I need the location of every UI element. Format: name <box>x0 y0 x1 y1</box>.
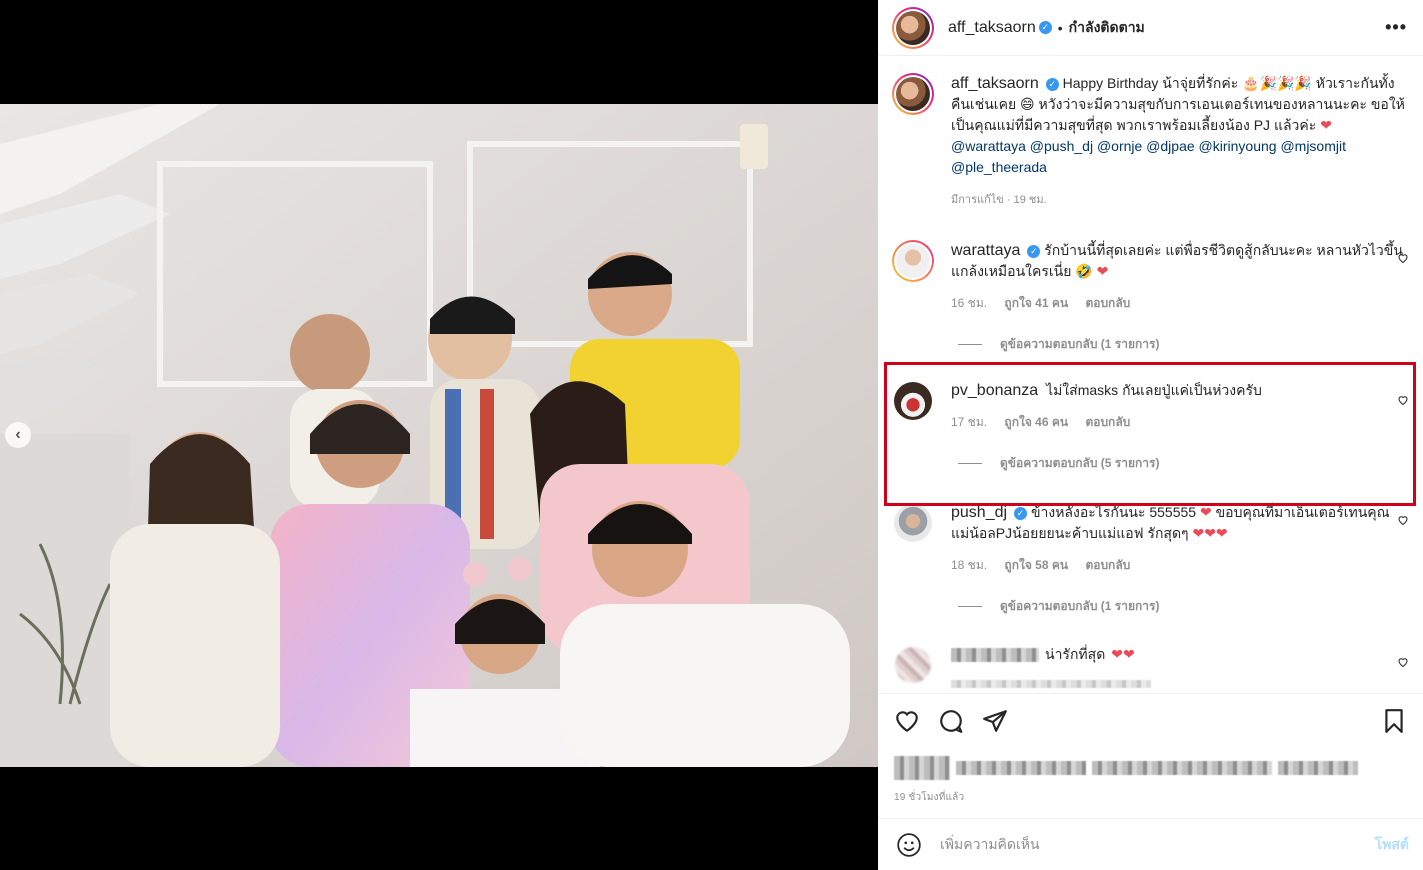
reply-button[interactable]: ตอบกลับ <box>1085 558 1130 572</box>
comment-item: push_dj ✓ ข้างหลังอะไรกันนะ 555555 ❤ ขอบค… <box>892 502 1409 616</box>
red-heart-emoji: ❤ <box>1320 117 1332 133</box>
verified-badge-icon: ✓ <box>1027 245 1041 258</box>
view-replies-button[interactable]: ดูข้อความตอบกลับ (1 รายการ) <box>958 335 1409 354</box>
view-replies-button[interactable]: ดูข้อความตอบกลับ (1 รายการ) <box>958 597 1409 616</box>
post-actions: 19 ชั่วโมงที่แล้ว <box>878 693 1423 818</box>
caption-meta: มีการแก้ไข · 19 ชม. <box>951 194 1047 206</box>
caption-username[interactable]: aff_taksaorn <box>951 75 1039 92</box>
comment-text: ข้างหลังอะไรกันนะ 555555 <box>1030 504 1200 520</box>
comment-time[interactable]: 16 ชม. <box>951 296 987 310</box>
like-comment-heart-icon[interactable] <box>1397 514 1409 526</box>
comment-item: warattaya ✓ รักบ้านนี้ที่สุดเลยค่ะ แต่พื่… <box>892 240 1409 354</box>
comment-avatar[interactable] <box>894 504 932 542</box>
comment-time[interactable]: 18 ชม. <box>951 558 987 572</box>
add-comment-bar: เพิ่มความคิดเห็น โพสต์ <box>878 818 1423 870</box>
red-hearts-emoji: ❤❤❤ <box>1192 525 1228 541</box>
previous-photo-button[interactable]: ‹ <box>5 422 31 448</box>
post-photo[interactable] <box>0 104 878 767</box>
post-caption: aff_taksaorn ✓ Happy Birthday น้าจุ่ยที่ร… <box>892 73 1409 208</box>
post-media: ‹ <box>0 0 878 870</box>
red-hearts-emoji: ❤❤ <box>1111 646 1135 662</box>
author-username[interactable]: aff_taksaorn <box>948 19 1036 37</box>
comments-list[interactable]: aff_taksaorn ✓ Happy Birthday น้าจุ่ยที่ร… <box>878 57 1423 693</box>
verified-badge-icon: ✓ <box>1014 507 1028 520</box>
verified-badge-icon: ✓ <box>1045 78 1059 91</box>
share-icon[interactable] <box>982 708 1008 734</box>
comment-username[interactable]: push_dj <box>951 504 1007 521</box>
post-panel: aff_taksaorn ✓ • กำลังติดตาม ••• aff_tak… <box>878 0 1423 870</box>
verified-badge-icon: ✓ <box>1038 21 1052 34</box>
caption-mentions[interactable]: @warattaya @push_dj @ornje @djpae @kirin… <box>951 138 1346 175</box>
blurred-username <box>951 647 1039 662</box>
post-header: aff_taksaorn ✓ • กำลังติดตาม ••• <box>878 0 1423 56</box>
red-heart-emoji: ❤ <box>1199 504 1212 520</box>
liked-by-blurred[interactable] <box>894 756 1407 780</box>
comment-icon[interactable] <box>938 708 964 734</box>
comment-item: น่ารักที่สุด ❤❤ <box>892 644 1409 693</box>
comment-text: น่ารักที่สุด <box>1045 646 1106 662</box>
highlight-box <box>884 362 1416 506</box>
header-separator: • <box>1057 19 1063 36</box>
emoji-icon[interactable] <box>896 832 922 858</box>
like-comment-heart-icon[interactable] <box>1397 656 1409 668</box>
like-comment-heart-icon[interactable] <box>1397 252 1409 264</box>
like-heart-icon[interactable] <box>894 708 920 734</box>
save-bookmark-icon[interactable] <box>1381 708 1407 734</box>
comment-likes[interactable]: ถูกใจ 58 คน <box>1004 558 1068 572</box>
blurred-meta <box>951 675 1409 693</box>
comment-input[interactable]: เพิ่มความคิดเห็น <box>940 834 1375 856</box>
reply-button[interactable]: ตอบกลับ <box>1085 296 1130 310</box>
post-comment-button[interactable]: โพสต์ <box>1375 834 1409 856</box>
comment-avatar[interactable] <box>895 647 931 683</box>
comment-username[interactable]: warattaya <box>951 242 1020 259</box>
caption-avatar[interactable] <box>892 73 934 115</box>
author-avatar[interactable] <box>892 6 934 49</box>
red-heart-emoji: ❤ <box>1096 263 1109 279</box>
post-time[interactable]: 19 ชั่วโมงที่แล้ว <box>894 790 1407 805</box>
comment-avatar[interactable] <box>892 240 934 282</box>
comment-likes[interactable]: ถูกใจ 41 คน <box>1004 296 1068 310</box>
more-options-icon[interactable]: ••• <box>1385 17 1407 38</box>
following-button[interactable]: กำลังติดตาม <box>1069 17 1145 39</box>
